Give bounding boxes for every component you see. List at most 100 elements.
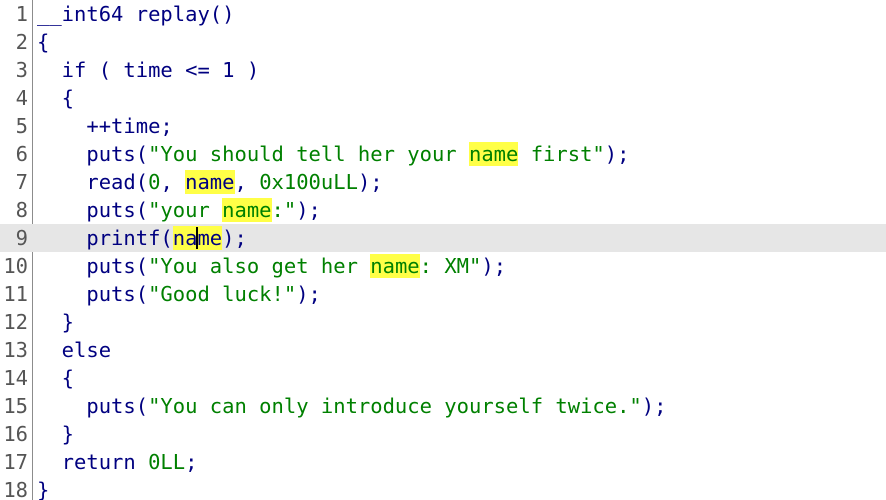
code-line[interactable]: 4 {	[0, 84, 886, 112]
code-text[interactable]: ++time;	[37, 112, 173, 140]
current-code-line[interactable]: 9 printf(name);	[0, 224, 886, 252]
code-line[interactable]: 14 {	[0, 364, 886, 392]
line-number: 5	[15, 114, 28, 138]
code-line[interactable]: 11 puts("Good luck!");	[0, 280, 886, 308]
code-token: }	[37, 478, 50, 500]
code-text[interactable]: puts("your name:");	[37, 196, 321, 224]
string-literal: "You should tell her your	[148, 142, 469, 166]
line-number: 11	[3, 282, 28, 306]
code-token: );	[641, 394, 667, 418]
code-token: {	[37, 86, 75, 110]
code-line[interactable]: 5 ++time;	[0, 112, 886, 140]
code-token: ++time;	[37, 114, 173, 138]
code-token: return	[37, 450, 149, 474]
code-text[interactable]: read(0, name, 0x100uLL);	[37, 168, 383, 196]
code-text[interactable]: __int64 replay()	[37, 0, 234, 28]
line-number: 4	[15, 86, 28, 110]
line-number: 2	[15, 30, 28, 54]
code-text[interactable]: puts("Good luck!");	[37, 280, 321, 308]
code-text[interactable]: }	[37, 308, 74, 336]
line-number: 15	[3, 394, 28, 418]
number-literal: 0	[148, 170, 161, 194]
code-token: {	[37, 30, 50, 54]
code-line[interactable]: 8 puts("your name:");	[0, 196, 886, 224]
code-token: puts(	[37, 254, 149, 278]
identifier-part: na	[172, 226, 198, 250]
line-number: 13	[3, 338, 28, 362]
code-text[interactable]: else	[37, 336, 111, 364]
number-literal: 0x100uLL	[259, 170, 358, 194]
code-text[interactable]: }	[37, 476, 49, 500]
string-literal: : XM"	[419, 254, 482, 278]
code-token: );	[296, 198, 321, 222]
code-token: ,	[234, 170, 260, 194]
code-line[interactable]: 18 }	[0, 476, 886, 500]
code-text[interactable]: {	[37, 84, 74, 112]
highlighted-identifier[interactable]: name	[370, 254, 420, 278]
code-token: ,	[160, 170, 186, 194]
code-line[interactable]: 17 return 0LL;	[0, 448, 886, 476]
code-text[interactable]: }	[37, 420, 74, 448]
highlighted-identifier[interactable]: name	[172, 226, 223, 250]
identifier-part: me	[197, 226, 223, 250]
line-number: 3	[15, 58, 28, 82]
code-token: puts(	[37, 142, 149, 166]
line-number: 18	[3, 478, 28, 500]
code-line[interactable]: 13 else	[0, 336, 886, 364]
code-line[interactable]: 16 }	[0, 420, 886, 448]
string-literal: "Good luck!"	[148, 282, 297, 306]
code-token: );	[604, 142, 630, 166]
string-literal: "You also get her	[148, 254, 371, 278]
code-line[interactable]: 3 if ( time <= 1 )	[0, 56, 886, 84]
line-number: 16	[3, 422, 28, 446]
code-text[interactable]: {	[37, 364, 74, 392]
code-text[interactable]: return 0LL;	[37, 448, 198, 476]
highlighted-identifier[interactable]: name	[222, 198, 272, 222]
code-token: puts(	[37, 282, 149, 306]
line-number: 9	[15, 226, 28, 250]
line-number: 17	[3, 450, 28, 474]
code-token: ;	[185, 450, 198, 474]
code-line[interactable]: 1 __int64 replay()	[0, 0, 886, 28]
code-line[interactable]: 15 puts("You can only introduce yourself…	[0, 392, 886, 420]
code-token: {	[37, 366, 75, 390]
code-text[interactable]: {	[37, 28, 49, 56]
string-literal: "You can only introduce yourself twice."	[148, 394, 642, 418]
line-number: 7	[15, 170, 28, 194]
code-text[interactable]: puts("You also get her name: XM");	[37, 252, 506, 280]
string-literal: "your	[148, 198, 223, 222]
code-text[interactable]: if ( time <= 1 )	[37, 56, 260, 84]
line-number: 8	[15, 198, 28, 222]
line-number: 14	[3, 366, 28, 390]
string-literal: :"	[271, 198, 297, 222]
code-token: if ( time <= 1 )	[37, 58, 260, 82]
code-line[interactable]: 7 read(0, name, 0x100uLL);	[0, 168, 886, 196]
code-text[interactable]: puts("You should tell her your name firs…	[37, 140, 629, 168]
code-token: puts(	[37, 198, 149, 222]
code-line[interactable]: 12 }	[0, 308, 886, 336]
code-token: );	[222, 226, 247, 250]
line-number: 1	[15, 2, 28, 26]
code-text[interactable]: puts("You can only introduce yourself tw…	[37, 392, 666, 420]
highlighted-identifier[interactable]: name	[185, 170, 235, 194]
code-token: );	[481, 254, 507, 278]
code-token: __int64 replay()	[37, 2, 235, 26]
line-number: 6	[15, 142, 28, 166]
pseudocode-editor[interactable]: 1 __int64 replay() 2 { 3 if ( time <= 1 …	[0, 0, 886, 500]
number-literal: 0LL	[148, 450, 186, 474]
highlighted-identifier[interactable]: name	[469, 142, 519, 166]
code-line[interactable]: 2 {	[0, 28, 886, 56]
code-text[interactable]: printf(name);	[37, 224, 247, 252]
string-literal: first"	[518, 142, 605, 166]
line-number: 10	[3, 254, 28, 278]
code-token: );	[357, 170, 383, 194]
code-token: read(	[37, 170, 149, 194]
code-token: printf(	[37, 226, 173, 250]
code-token: else	[37, 338, 112, 362]
line-number: 12	[3, 310, 28, 334]
code-line[interactable]: 6 puts("You should tell her your name fi…	[0, 140, 886, 168]
code-token: }	[37, 310, 75, 334]
code-token: );	[296, 282, 321, 306]
code-token: puts(	[37, 394, 149, 418]
code-line[interactable]: 10 puts("You also get her name: XM");	[0, 252, 886, 280]
